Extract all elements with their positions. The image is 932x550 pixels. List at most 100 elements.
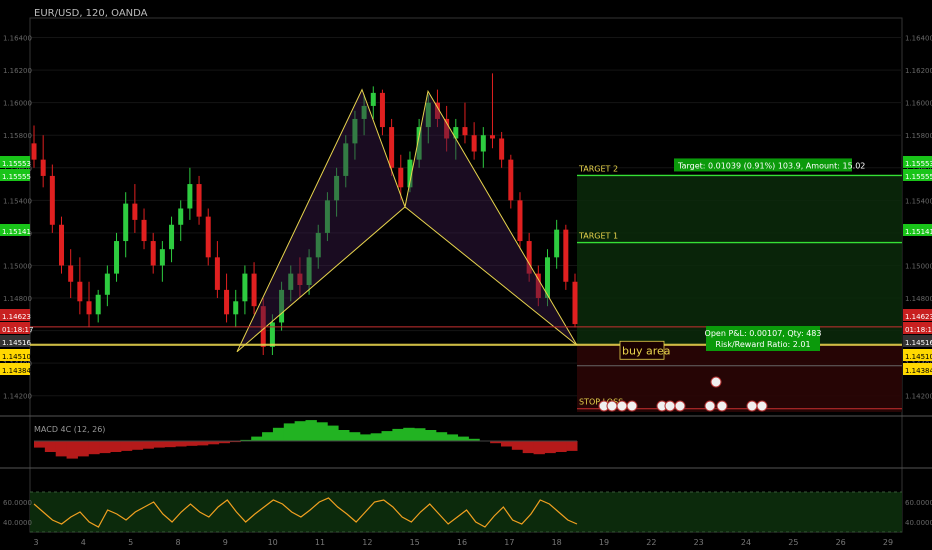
macd-bar: [511, 441, 524, 450]
y-tick-label-left: 1.16400: [3, 35, 32, 43]
harmonic-pattern-line: [236, 88, 578, 352]
candle-body: [159, 249, 165, 266]
macd-bar: [435, 432, 448, 441]
candle-body: [370, 92, 376, 106]
event-flag-icon: [704, 400, 716, 412]
price-tag-left-text: 1.14384: [2, 367, 31, 375]
macd-bar: [370, 433, 383, 441]
price-tag-text: 01:18:17: [905, 326, 932, 334]
y-tick-label-left: 1.15800: [3, 132, 32, 140]
macd-bar: [381, 431, 393, 441]
x-tick-label: 19: [599, 538, 609, 547]
x-tick-label: 22: [646, 538, 656, 547]
candle-body: [251, 273, 257, 307]
pnl-text: Open P&L: 0.00107, Qty: 483: [705, 329, 822, 338]
price-tag-text: 1.14510: [905, 353, 932, 361]
candle-body: [123, 203, 129, 242]
x-tick-label: 15: [410, 538, 420, 547]
x-tick-label: 16: [457, 538, 467, 547]
macd-bar: [142, 441, 154, 449]
y-tick-label-left: 1.15400: [3, 197, 32, 205]
price-tag-text: 1.14623: [905, 313, 932, 321]
candle-body: [196, 184, 202, 217]
candle-body: [178, 208, 184, 225]
macd-bar: [272, 427, 285, 441]
macd-bar: [251, 436, 263, 441]
price-tag-left-text: 01:18:17: [2, 326, 33, 334]
price-tag-text: 1.15555: [905, 173, 932, 181]
macd-bar: [403, 427, 415, 441]
candle-body: [233, 301, 239, 315]
rr-text: Risk/Reward Ratio: 2.01: [715, 340, 810, 349]
x-tick-label: 29: [883, 538, 893, 547]
event-flag-icon: [664, 400, 676, 412]
pattern-fill-bcd: [405, 91, 577, 346]
candle-body: [269, 322, 275, 347]
candle-body: [517, 200, 523, 242]
macd-bar: [294, 421, 306, 441]
macd-bar: [305, 420, 317, 441]
candle-body: [572, 281, 578, 325]
y-tick-label-right: 1.14200: [905, 393, 932, 401]
candle-body: [141, 219, 147, 242]
macd-bar: [164, 441, 176, 448]
y-tick-label-left: 1.14800: [3, 295, 32, 303]
macd-bar: [120, 441, 133, 451]
macd-bar: [131, 441, 144, 450]
macd-bar: [414, 428, 426, 441]
candle-body: [49, 175, 55, 225]
target-info-text: Target: 0.01039 (0.91%) 103.9, Amount: 1…: [677, 161, 865, 170]
event-flag-icon: [710, 376, 722, 388]
event-flag-icon: [746, 400, 758, 412]
macd-bar: [175, 441, 187, 447]
macd-bar: [186, 441, 198, 446]
candle-body: [187, 184, 193, 209]
chart-canvas[interactable]: 1.16400 1.16400 1.16200 1.16200 1.16000 1.160…: [0, 0, 932, 550]
macd-bar: [327, 425, 339, 441]
macd-bar: [457, 436, 469, 441]
macd-bar: [196, 441, 209, 446]
candle-body: [563, 229, 569, 282]
candle-body: [104, 273, 110, 295]
x-tick-label: 4: [81, 538, 86, 547]
x-tick-label: 5: [128, 538, 133, 547]
candle-body: [471, 135, 477, 152]
macd-bar: [55, 441, 68, 457]
candle-body: [480, 135, 486, 152]
macd-bar: [522, 441, 535, 454]
price-tag-left-text: 1.15555: [2, 173, 31, 181]
event-flag-icon: [626, 400, 638, 412]
macd-bar: [566, 441, 578, 451]
macd-bar: [153, 441, 165, 448]
price-tag-text: 1.14516: [905, 339, 932, 347]
price-tag-text: 1.15553: [905, 160, 932, 168]
macd-bar: [500, 441, 513, 447]
candle-body: [508, 159, 514, 201]
x-tick-label: 11: [315, 538, 325, 547]
candle-body: [554, 229, 560, 258]
candle-body: [398, 167, 404, 188]
level-label: TARGET 1: [578, 232, 618, 241]
macd-bar: [392, 428, 404, 441]
macd-bar: [34, 441, 46, 448]
candle-body: [224, 289, 230, 315]
y-tick-label-left: 1.15000: [3, 262, 32, 270]
macd-bar: [316, 422, 328, 441]
y-tick-label-right: 1.16400: [905, 35, 932, 43]
price-tag-left-text: 1.15553: [2, 160, 31, 168]
event-flag-icon: [756, 400, 768, 412]
macd-bar: [533, 441, 545, 455]
x-tick-label: 25: [788, 538, 798, 547]
macd-bar: [44, 441, 57, 452]
price-tag-left-text: 1.14510: [2, 353, 31, 361]
macd-title: MACD 4C (12, 26): [34, 425, 105, 434]
macd-bar: [283, 423, 296, 441]
candle-body: [205, 216, 211, 258]
macd-bar: [66, 441, 78, 459]
price-tag-left-text: 1.14623: [2, 313, 31, 321]
rsi-tick-right: 40.0000: [905, 519, 932, 527]
candle-body: [114, 241, 120, 274]
event-flag-icon: [716, 400, 728, 412]
candle-body: [489, 135, 495, 139]
candle-body: [95, 294, 101, 315]
